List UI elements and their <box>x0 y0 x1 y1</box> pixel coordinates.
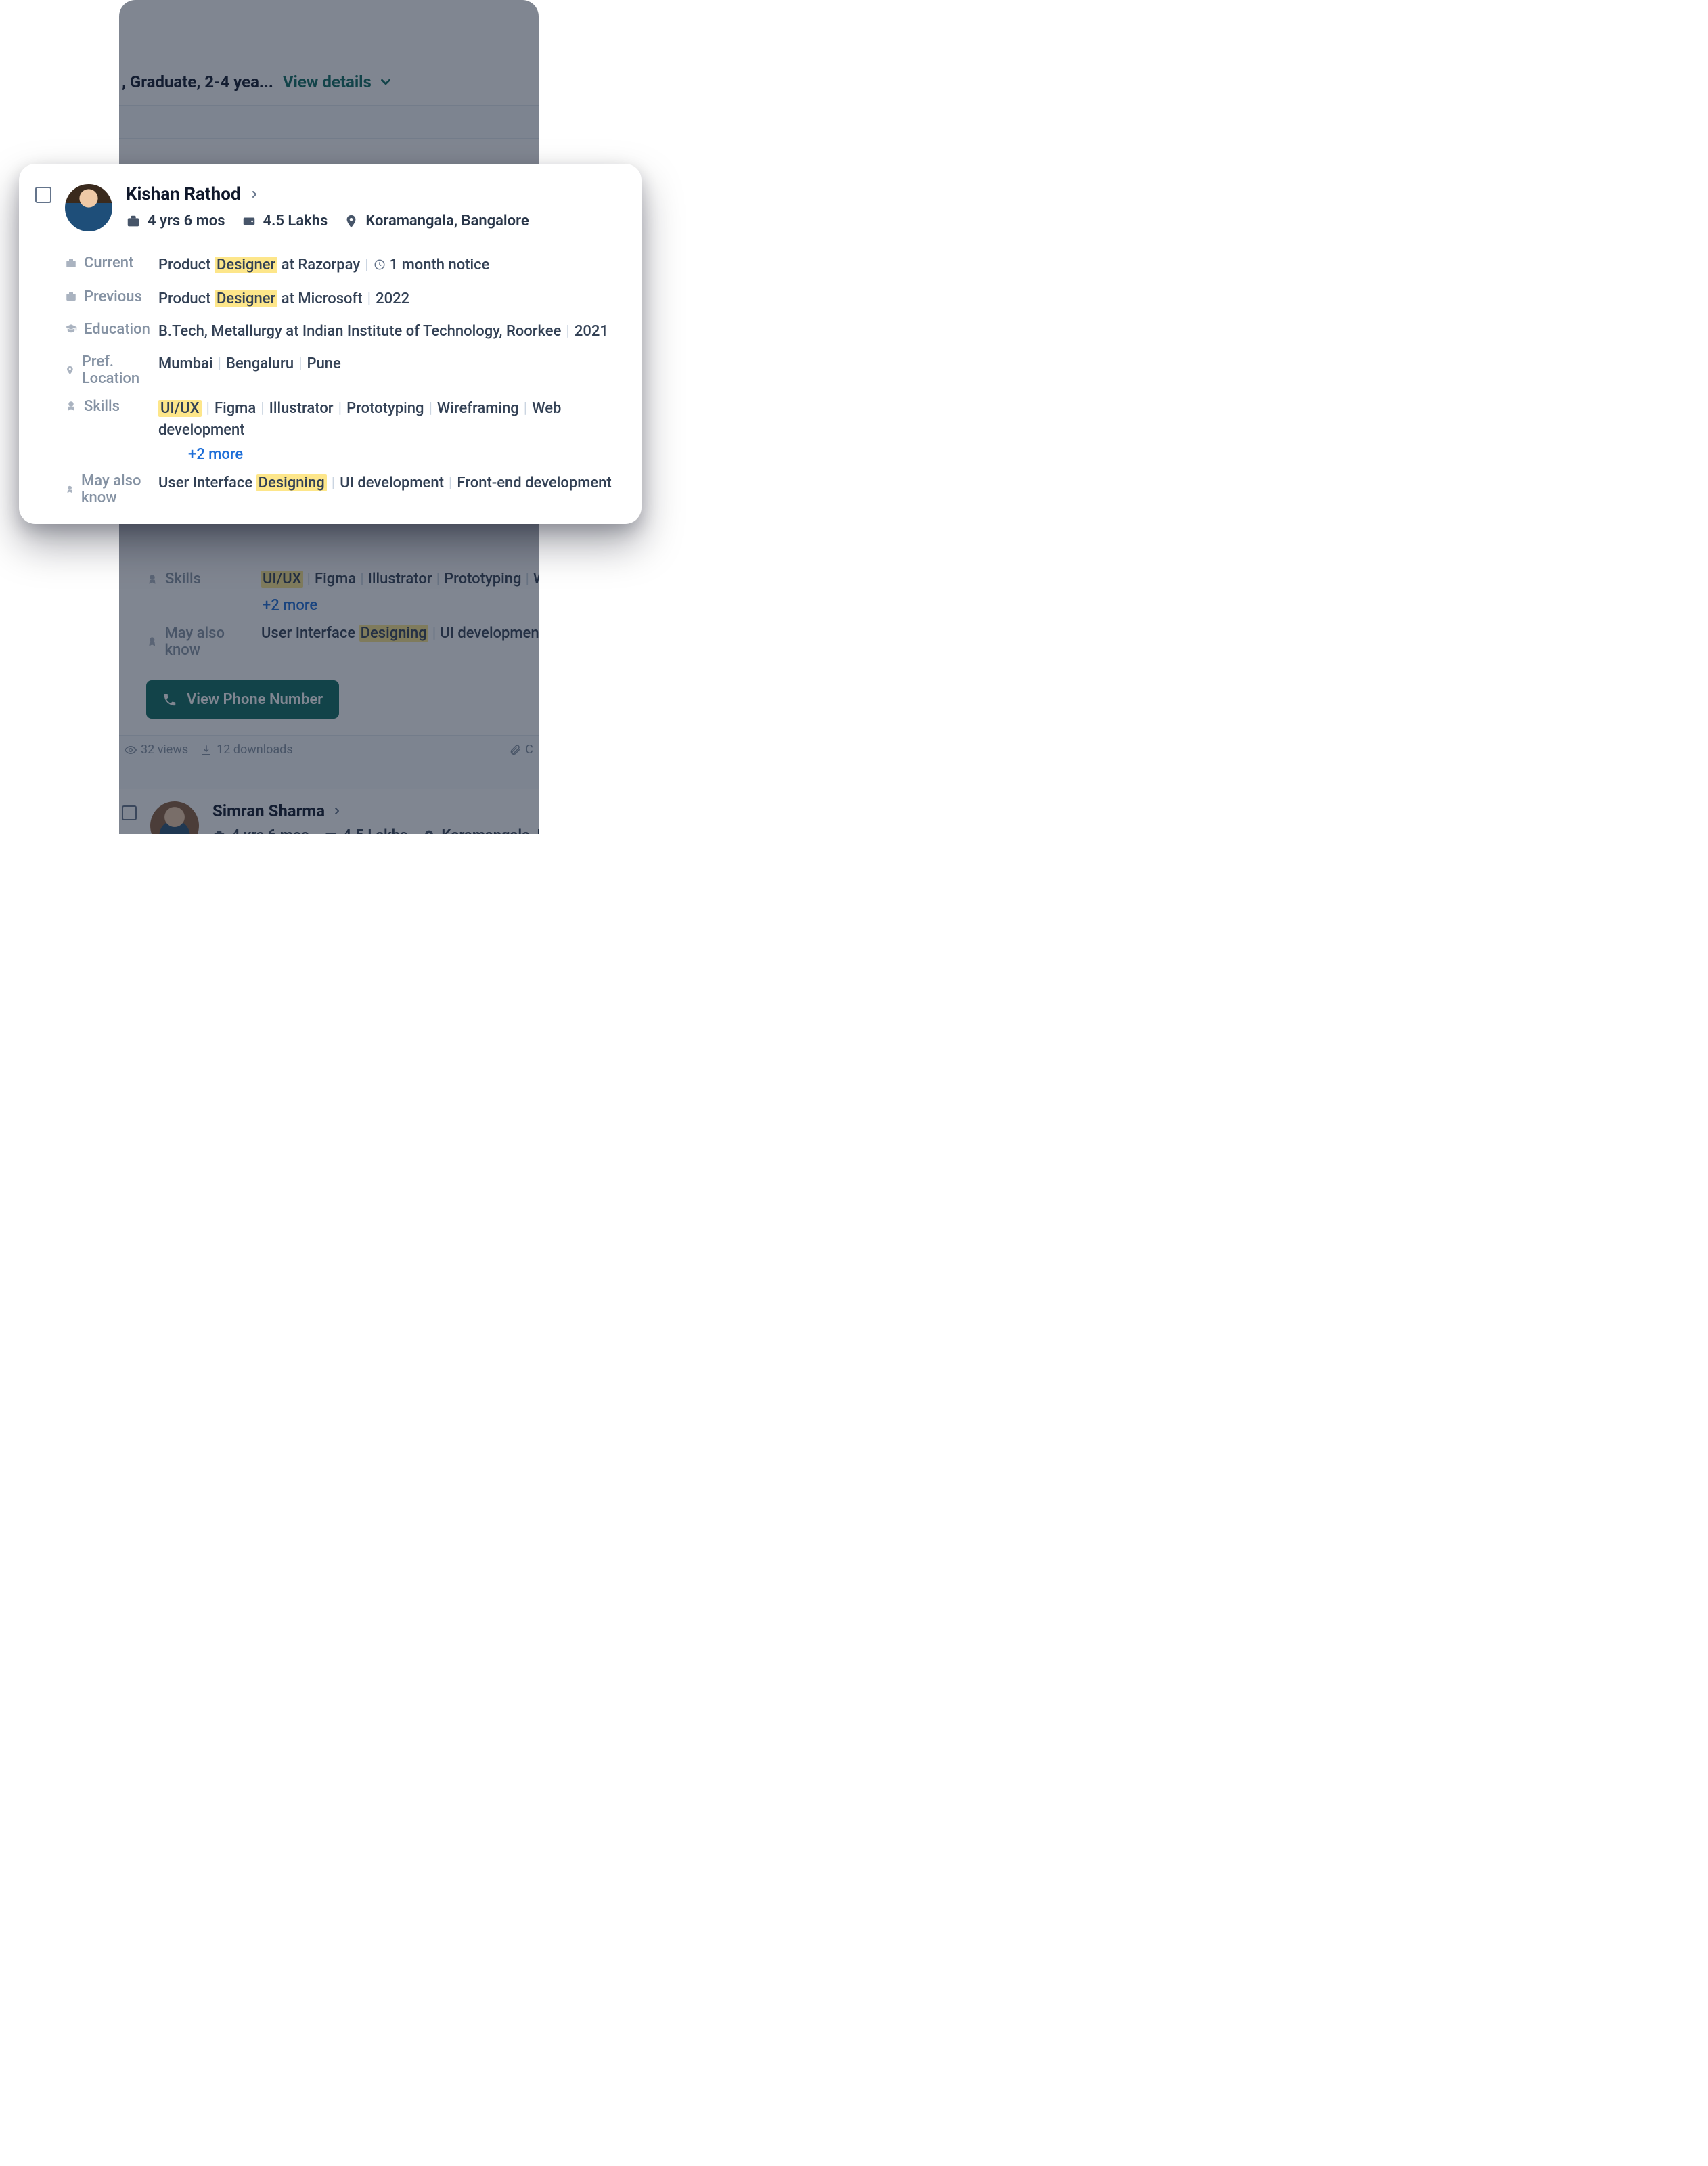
paperclip-icon <box>509 744 521 756</box>
bg-card-footer: 32 views 12 downloads C <box>119 735 539 764</box>
view-phone-button[interactable]: View Phone Number <box>146 680 339 719</box>
skill-highlight: UI/UX <box>261 571 303 588</box>
bg-skills-value: UI/UX|Figma|Illustrator|Prototyping|Wire <box>261 571 539 588</box>
eye-icon <box>125 744 137 756</box>
badge-icon <box>146 573 158 585</box>
wallet-icon <box>242 214 256 229</box>
chevron-right-icon <box>249 189 260 200</box>
avatar <box>150 801 199 834</box>
pref-location-value: Mumbai|Bengaluru|Pune <box>158 353 625 375</box>
candidate-card-expanded: Kishan Rathod 4 yrs 6 mos 4.5 Lakhs Kora… <box>19 164 642 524</box>
chevron-right-icon <box>332 805 342 816</box>
pref-location-label: Pref. Location <box>35 353 158 387</box>
education-value: B.Tech, Metallurgy at Indian Institute o… <box>158 321 625 342</box>
skills-label: Skills <box>35 398 158 415</box>
view-details-link[interactable]: View details <box>283 72 393 91</box>
bg-mayknow-row: May also know User Interface Designing|U… <box>119 619 539 664</box>
location-icon <box>65 364 75 376</box>
briefcase-icon <box>65 257 77 269</box>
bg-skills-label: Skills <box>146 571 261 588</box>
skills-value: UI/UX|Figma|Illustrator|Prototyping|Wire… <box>158 398 625 441</box>
candidate-meta: 4 yrs 6 mos 4.5 Lakhs Koramangala, Ban <box>212 827 539 834</box>
candidate-name-link[interactable]: Kishan Rathod <box>126 184 625 204</box>
education-row: Education B.Tech, Metallurgy at Indian I… <box>35 315 625 348</box>
briefcase-icon <box>126 214 141 229</box>
briefcase-icon <box>212 829 226 835</box>
previous-value: Product Designer at Microsoft|2022 <box>158 288 625 310</box>
avatar <box>65 184 112 231</box>
downloads-count: 12 downloads <box>200 743 292 757</box>
clock-icon <box>374 259 386 271</box>
badge-icon <box>65 400 77 412</box>
ctc: 4.5 Lakhs <box>242 213 328 229</box>
bg-skills-row: Skills UI/UX|Figma|Illustrator|Prototypi… <box>119 565 539 593</box>
candidate-name-link[interactable]: Simran Sharma <box>212 801 342 820</box>
experience: 4 yrs 6 mos <box>126 213 225 229</box>
current-row: Current Product Designer at Razorpay|1 m… <box>35 249 625 283</box>
bg-mayknow-value: User Interface Designing|UI development| <box>261 625 539 659</box>
chevron-down-icon <box>378 74 393 89</box>
view-details-label: View details <box>283 72 372 91</box>
location-icon <box>344 214 359 229</box>
bg-header-blank <box>119 0 539 60</box>
filter-summary-text: , Graduate, 2-4 yea... <box>122 72 273 91</box>
attachment-indicator: C <box>509 743 533 757</box>
wallet-icon <box>324 829 338 835</box>
education-label: Education <box>35 321 158 338</box>
phone-icon <box>162 692 177 707</box>
pref-location-row: Pref. Location Mumbai|Bengaluru|Pune <box>35 348 625 393</box>
select-candidate-checkbox[interactable] <box>122 805 137 820</box>
skills-row: Skills UI/UX|Figma|Illustrator|Prototypi… <box>35 393 625 447</box>
bg-mayknow-label: May also know <box>146 625 261 659</box>
bg-skills-more-link[interactable]: +2 more <box>119 593 539 619</box>
filter-summary-bar[interactable]: , Graduate, 2-4 yea... View details <box>119 60 539 106</box>
candidate-name: Kishan Rathod <box>126 184 241 204</box>
location: Koramangala, Bangalore <box>344 213 529 229</box>
view-phone-label: View Phone Number <box>187 691 323 708</box>
may-also-know-value: User Interface Designing|UI development|… <box>158 472 625 494</box>
candidate-meta: 4 yrs 6 mos 4.5 Lakhs Koramangala, Banga… <box>126 213 625 229</box>
briefcase-icon <box>65 290 77 303</box>
bg-candidate-card-2[interactable]: Simran Sharma 4 yrs 6 mos 4.5 Lakhs Kora… <box>119 789 539 834</box>
current-label: Current <box>35 255 158 271</box>
skills-more-link[interactable]: +2 more <box>35 446 625 467</box>
previous-label: Previous <box>35 288 158 305</box>
views-count: 32 views <box>125 743 188 757</box>
badge-icon <box>65 483 74 495</box>
may-also-know-label: May also know <box>35 472 158 506</box>
may-also-know-row: May also know User Interface Designing|U… <box>35 467 625 512</box>
location-icon <box>422 829 436 835</box>
previous-row: Previous Product Designer at Microsoft|2… <box>35 283 625 315</box>
download-icon <box>200 744 212 756</box>
badge-icon <box>146 636 158 648</box>
current-value: Product Designer at Razorpay|1 month not… <box>158 255 625 278</box>
select-candidate-checkbox[interactable] <box>35 187 51 203</box>
graduation-cap-icon <box>65 323 77 335</box>
